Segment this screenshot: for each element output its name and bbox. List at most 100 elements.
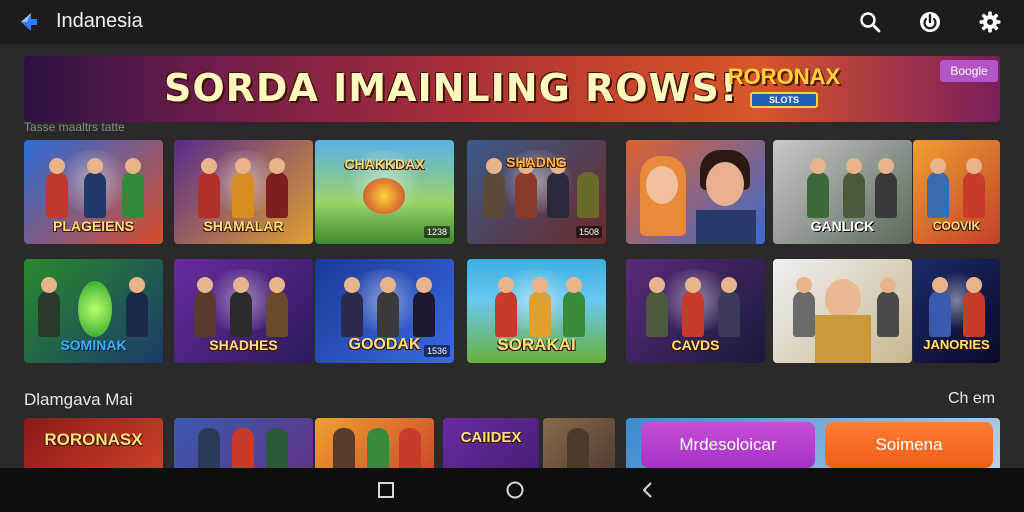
promo-banner[interactable]: SORDA IMAINLING ROWS! RORONAX SLOTS Boog… — [24, 56, 1000, 122]
character-head — [498, 277, 514, 293]
game-tile[interactable] — [174, 418, 313, 468]
character-figure — [843, 172, 865, 218]
game-tile[interactable]: CHAKKDAX 1238 — [315, 140, 454, 244]
character-figure — [646, 291, 668, 337]
character-head — [932, 277, 948, 293]
character-head — [344, 277, 360, 293]
banner-logo: RORONAX SLOTS — [714, 62, 854, 116]
power-icon[interactable] — [918, 10, 942, 34]
character-head — [380, 277, 396, 293]
character-head — [880, 277, 896, 293]
banner-logo-text: RORONAX — [727, 64, 841, 89]
game-tile[interactable]: SHADNG 1508 — [467, 140, 606, 244]
game-tile[interactable]: CAIIDEX — [443, 418, 539, 468]
game-title — [779, 333, 906, 357]
character-figure — [198, 172, 220, 218]
more-games-button[interactable]: Mrdesoloicar — [641, 422, 815, 468]
character-figure — [38, 291, 60, 337]
game-tile[interactable]: SOMINAK — [24, 259, 163, 363]
character-figure — [807, 172, 829, 218]
character-head — [966, 158, 982, 174]
character-figure — [577, 172, 599, 218]
character-figure — [413, 291, 435, 337]
home-icon[interactable] — [505, 480, 525, 500]
character-figure — [718, 291, 740, 337]
strip-label: Tasse maaltrs tatte — [24, 120, 125, 134]
crystal-icon — [78, 281, 112, 337]
game-title: GANLICK — [810, 218, 875, 234]
banner-button[interactable]: Boogle — [940, 60, 998, 82]
recents-icon[interactable] — [376, 480, 396, 500]
back-icon[interactable] — [638, 480, 658, 500]
game-title: SHADNG — [506, 154, 567, 170]
character-head — [878, 158, 894, 174]
character-figure — [341, 291, 363, 337]
play-button[interactable]: Soimena — [825, 422, 993, 468]
game-tile[interactable]: CAVDS — [626, 259, 765, 363]
game-tag: 1238 — [423, 226, 450, 238]
character-figure — [547, 172, 569, 218]
character-figure — [194, 291, 216, 337]
character-figure — [875, 172, 897, 218]
character-figure — [563, 291, 585, 337]
character-figure — [232, 172, 254, 218]
game-tile[interactable]: GOODAK 1536 — [315, 259, 454, 363]
game-title: SORAKAI — [497, 335, 576, 354]
game-title: CAIIDEX — [460, 429, 522, 446]
game-tile[interactable]: RORONASX — [24, 418, 163, 468]
game-tile[interactable] — [626, 140, 765, 244]
game-tile[interactable]: GANLICK — [773, 140, 912, 244]
character-figure — [929, 291, 951, 337]
character-figure — [333, 428, 355, 468]
character-head — [129, 277, 145, 293]
character-figure — [495, 291, 517, 337]
character-figure — [266, 291, 288, 337]
game-lobby[interactable]: SORDA IMAINLING ROWS! RORONAX SLOTS Boog… — [0, 44, 1024, 468]
character-figure — [963, 291, 985, 337]
character-figure — [122, 172, 144, 218]
game-title: PLAGEIENS — [53, 218, 134, 234]
character-head — [721, 277, 737, 293]
character-figure — [266, 428, 288, 468]
section-more-link[interactable]: Ch em — [948, 390, 995, 408]
banner-logo-sub: SLOTS — [750, 92, 818, 108]
character-figure — [367, 428, 389, 468]
character-head — [235, 158, 251, 174]
back-arrow-icon[interactable] — [16, 10, 40, 34]
character-figure — [963, 172, 985, 218]
game-tile[interactable]: PLAGEIENS — [24, 140, 163, 244]
character-head — [41, 277, 57, 293]
character-figure — [567, 428, 589, 468]
character-figure — [399, 428, 421, 468]
game-tile[interactable]: SORAKAI — [467, 259, 606, 363]
game-title — [632, 214, 759, 238]
app-title: Indanesia — [56, 10, 143, 32]
character-figure — [877, 291, 899, 337]
character-figure — [793, 291, 815, 337]
character-head — [87, 158, 103, 174]
character-face — [646, 166, 678, 204]
game-tile[interactable]: SHADHES — [174, 259, 313, 363]
character-figure — [515, 172, 537, 218]
game-tile[interactable] — [543, 418, 615, 468]
game-title: SHADHES — [209, 337, 278, 353]
character-head — [649, 277, 665, 293]
game-tile[interactable] — [773, 259, 912, 363]
character-figure — [46, 172, 68, 218]
character-figure — [230, 291, 252, 337]
character-head — [125, 158, 141, 174]
game-tile[interactable] — [315, 418, 434, 468]
game-title: JANORIES — [923, 337, 990, 352]
game-tile[interactable]: JANORIES — [913, 259, 1000, 363]
banner-headline: SORDA IMAINLING ROWS! — [164, 66, 739, 110]
character-figure — [377, 291, 399, 337]
game-tile[interactable]: COOVIK — [913, 140, 1000, 244]
game-tile[interactable]: SHAMALAR — [174, 140, 313, 244]
character-figure — [682, 291, 704, 337]
search-icon[interactable] — [858, 10, 882, 34]
character-figure — [927, 172, 949, 218]
character-head — [197, 277, 213, 293]
section-title: Dlamgava Mai — [24, 390, 133, 409]
gear-icon[interactable] — [978, 10, 1002, 34]
emblem-icon — [363, 178, 405, 214]
